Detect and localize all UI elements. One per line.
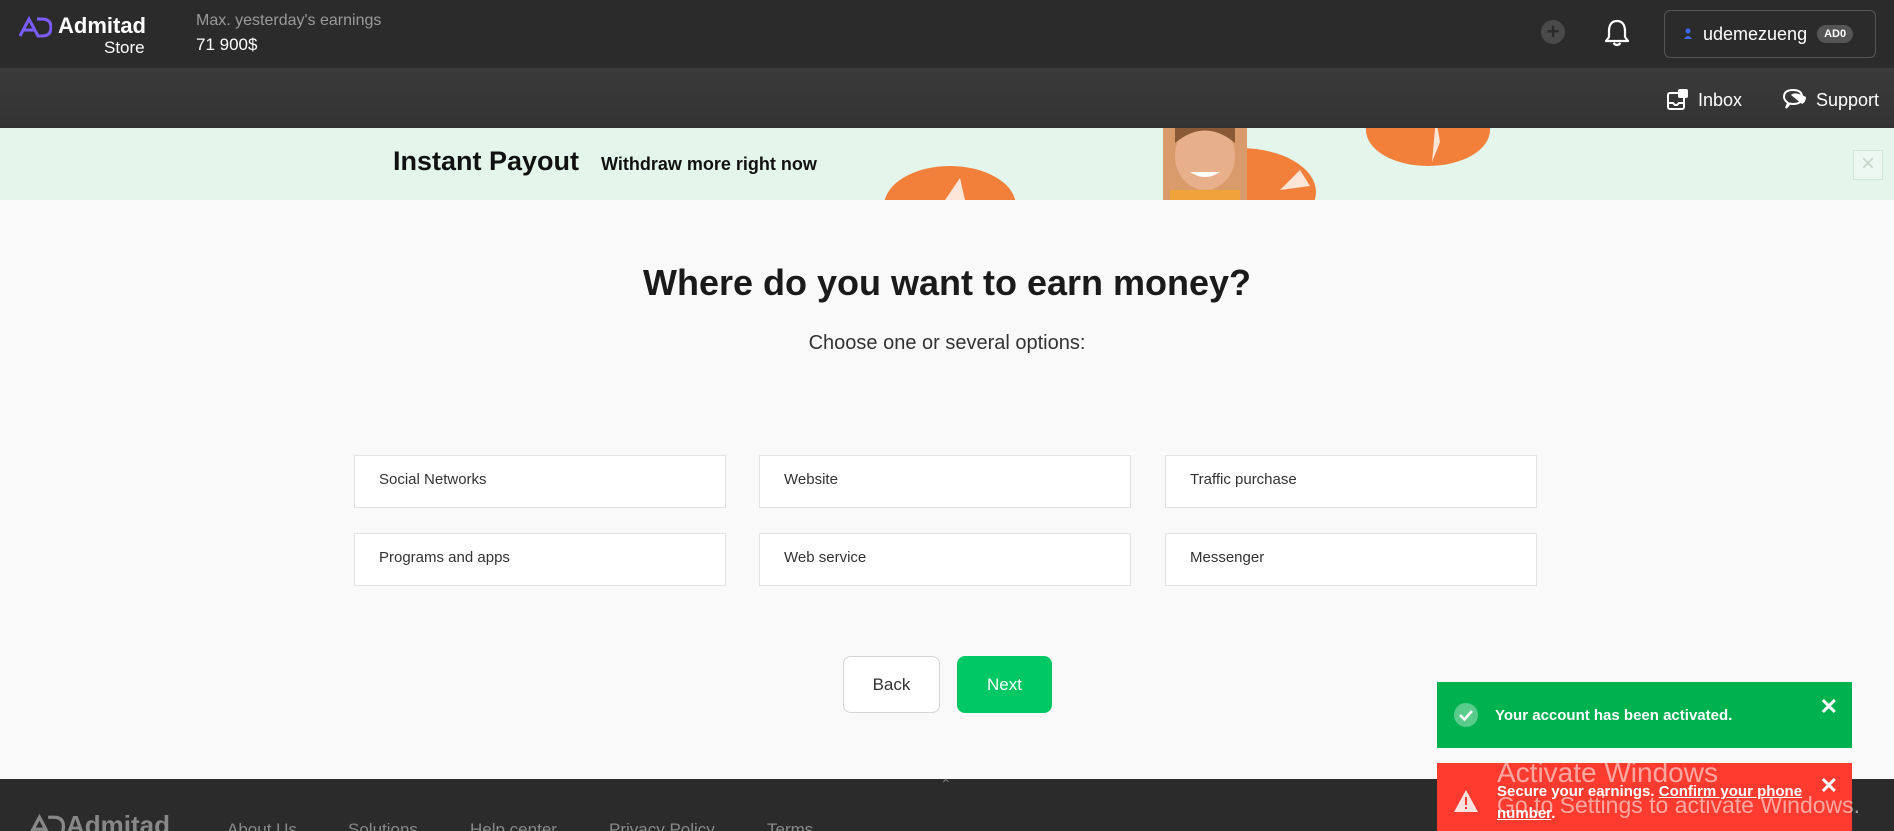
user-status-icon [1684,28,1692,39]
instant-payout-banner[interactable]: Instant Payout Withdraw more right now [0,128,1894,200]
support-label: Support [1816,89,1880,110]
add-icon[interactable]: + [1541,20,1565,44]
inbox-link[interactable]: Inbox [1666,88,1742,112]
success-toast-text: Your account has been activated. [1495,706,1733,724]
admitad-logo[interactable]: Admitad [18,14,146,38]
footer-logo-icon [30,813,66,831]
earnings-label: Max. yesterday's earnings [196,12,382,29]
windows-watermark-title: Activate Windows [1497,757,1718,788]
page-subtitle: Choose one or several options: [808,332,1086,354]
option-traffic-purchase[interactable]: Traffic purchase [1165,455,1537,508]
back-button[interactable]: Back [843,656,940,713]
banner-subtitle: Withdraw more right now [601,154,817,174]
option-website[interactable]: Website [759,455,1131,508]
close-icon[interactable]: ✕ [1820,694,1838,720]
user-menu[interactable]: udemezueng AD0 [1664,10,1876,58]
bell-icon[interactable] [1603,18,1631,48]
banner-close-button[interactable]: × [1853,150,1883,180]
sub-header [0,68,1894,128]
next-button[interactable]: Next [957,656,1052,713]
brand-sub: Store [104,38,145,57]
option-messenger[interactable]: Messenger [1165,533,1537,586]
option-programs-and-apps[interactable]: Programs and apps [354,533,726,586]
inbox-label: Inbox [1698,89,1743,110]
option-web-service[interactable]: Web service [759,533,1131,586]
inbox-icon [1667,89,1688,110]
option-social-networks[interactable]: Social Networks [354,455,726,508]
footer-brand: Admitad [66,810,170,831]
chat-bubble-icon [1782,88,1806,109]
footer-link-help[interactable]: Help center [470,820,557,831]
banner-illustration [884,128,1490,200]
check-circle-icon [1454,703,1478,727]
banner-title: Instant Payout [393,146,580,176]
support-link[interactable]: Support [1782,88,1879,112]
chevron-up-icon[interactable]: ⌃ [940,776,952,793]
page-title: Where do you want to earn money? [642,262,1252,303]
windows-watermark-text: Go to Settings to activate Windows. [1497,792,1861,818]
success-toast: Your account has been activated. ✕ [1437,682,1852,748]
footer-link-about[interactable]: About Us [227,820,297,831]
footer-link-privacy[interactable]: Privacy Policy [609,820,715,831]
warning-icon [1454,790,1478,812]
footer-link-solutions[interactable]: Solutions [348,820,418,831]
brand-name: Admitad [58,13,146,38]
footer-link-terms[interactable]: Terms [767,820,813,831]
user-badge: AD0 [1817,25,1854,43]
earnings-value: 71 900$ [196,35,258,54]
footer-logo[interactable]: Admitad [26,810,170,831]
admitad-logo-icon [18,16,52,38]
username: udemezueng [1703,23,1808,44]
